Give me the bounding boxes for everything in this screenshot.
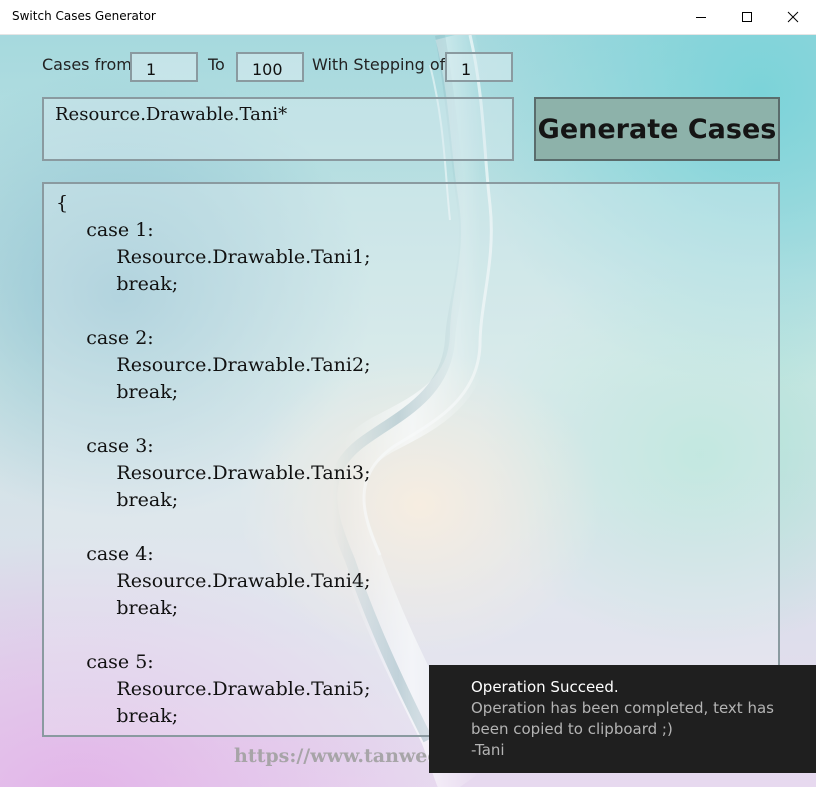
- output-textarea[interactable]: { case 1: Resource.Drawable.Tani1; break…: [42, 182, 780, 737]
- website-link[interactable]: https://www.tanweer: [234, 745, 449, 767]
- generate-cases-button[interactable]: Generate Cases: [534, 97, 780, 161]
- maximize-icon: [742, 12, 752, 22]
- from-input[interactable]: 1: [130, 52, 198, 82]
- maximize-button[interactable]: [724, 0, 770, 34]
- cases-from-label: Cases from: [42, 55, 132, 74]
- close-button[interactable]: [770, 0, 816, 34]
- close-icon: [787, 11, 799, 23]
- stepping-label: With Stepping of: [312, 55, 446, 74]
- toast-title: Operation Succeed.: [471, 678, 619, 696]
- toast-notification[interactable]: Operation Succeed. Operation has been co…: [429, 665, 816, 773]
- prefix-input[interactable]: Resource.Drawable.Tani*: [42, 97, 514, 161]
- title-bar: Switch Cases Generator: [0, 0, 816, 35]
- toast-message: Operation has been completed, text has b…: [471, 699, 774, 738]
- minimize-icon: [696, 17, 706, 18]
- toast-signature: -Tani: [471, 741, 505, 759]
- to-input[interactable]: 100: [236, 52, 304, 82]
- to-label: To: [208, 55, 225, 74]
- window-title: Switch Cases Generator: [12, 9, 156, 23]
- stepping-input[interactable]: 1: [445, 52, 513, 82]
- output-text: { case 1: Resource.Drawable.Tani1; break…: [56, 192, 371, 727]
- minimize-button[interactable]: [678, 0, 724, 34]
